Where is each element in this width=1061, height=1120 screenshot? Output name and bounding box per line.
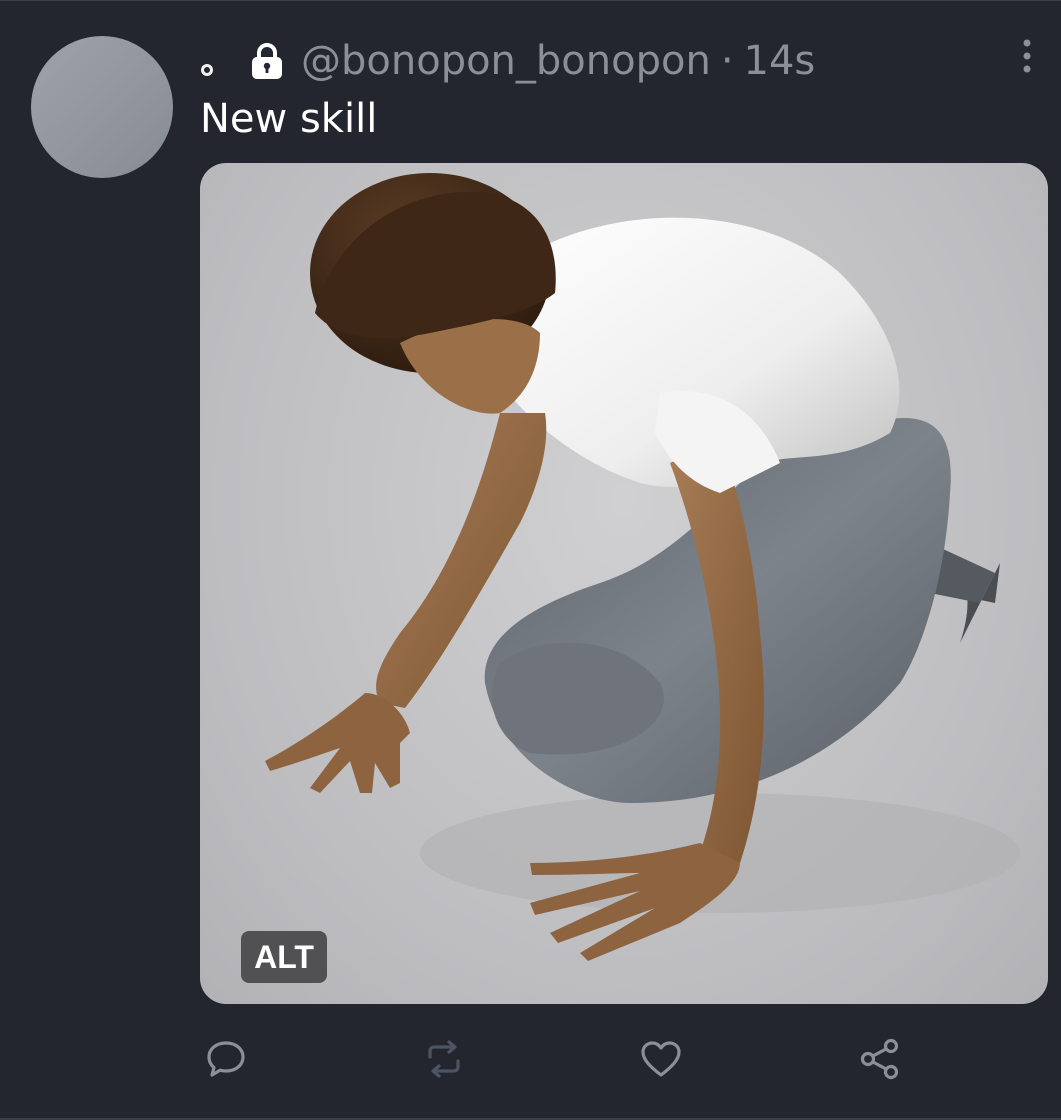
- lock-icon: [247, 41, 287, 81]
- post-header: @bonopon_bonopon · 14s: [200, 31, 815, 91]
- timestamp[interactable]: 14s: [744, 38, 816, 84]
- avatar[interactable]: [31, 36, 173, 178]
- heart-icon[interactable]: [633, 1031, 689, 1087]
- author-handle[interactable]: @bonopon_bonopon: [301, 38, 711, 84]
- reply-icon[interactable]: [198, 1031, 254, 1087]
- display-name-glyph[interactable]: [201, 64, 213, 76]
- kneeling-figure-illustration: [265, 173, 1020, 961]
- post-text: New skill: [200, 96, 378, 142]
- post: @bonopon_bonopon · 14s New skill ALT: [0, 0, 1061, 1120]
- post-media-image[interactable]: ALT: [200, 163, 1048, 1004]
- more-vertical-icon[interactable]: [1019, 39, 1035, 73]
- alt-text-badge[interactable]: ALT: [241, 931, 327, 983]
- repost-icon[interactable]: [416, 1031, 472, 1087]
- post-actions: [0, 1031, 1061, 1091]
- share-icon[interactable]: [852, 1031, 908, 1087]
- separator-dot: ·: [720, 38, 734, 84]
